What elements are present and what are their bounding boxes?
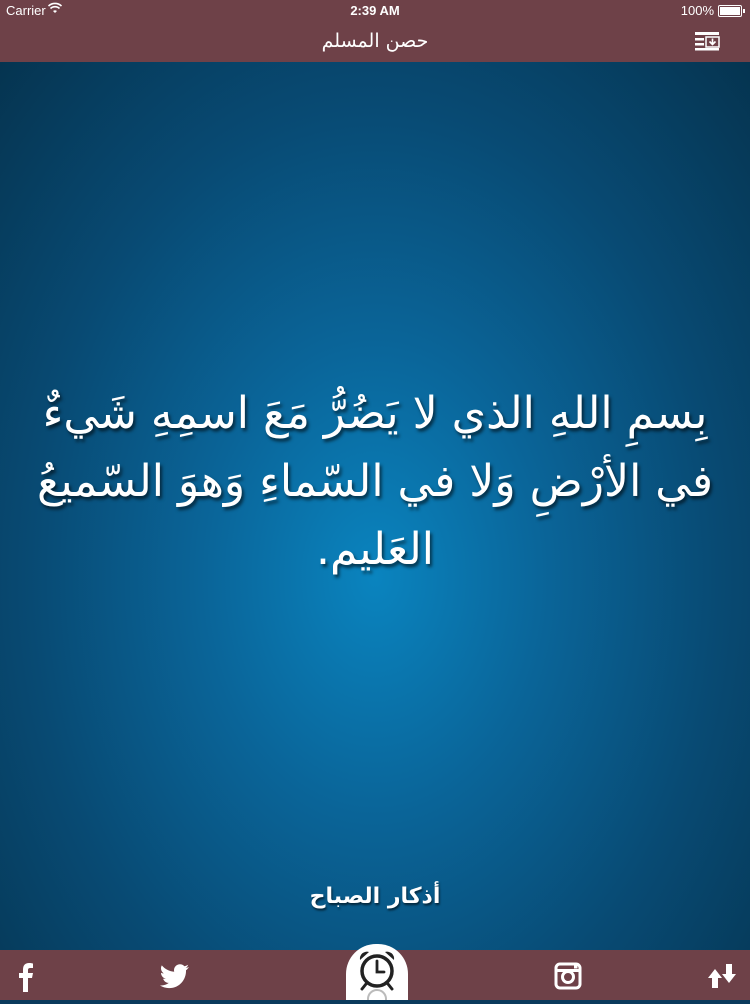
facebook-icon[interactable] — [8, 958, 44, 994]
dhikr-text: بِسمِ اللهِ الذي لا يَضُرُّ مَعَ اسمِهِ … — [36, 388, 714, 575]
top-bar: Carrier 2:39 AM 100% حصن المسلم — [0, 0, 750, 62]
list-download-icon[interactable] — [694, 31, 720, 51]
instagram-icon[interactable] — [550, 958, 586, 994]
dhikr-view[interactable]: بِسمِ اللهِ الذي لا يَضُرُّ مَعَ اسمِهِ … — [0, 62, 750, 950]
alarm-button[interactable] — [346, 944, 408, 1004]
alarm-clock-icon — [359, 951, 395, 1004]
share-icon[interactable] — [704, 958, 740, 994]
page-title: حصن المسلم — [321, 30, 429, 52]
clock-time: 2:39 AM — [350, 3, 400, 18]
section-label: أذكار الصباح — [309, 884, 441, 909]
status-bar: Carrier 2:39 AM 100% — [0, 0, 750, 22]
twitter-icon[interactable] — [156, 958, 192, 994]
battery-percent: 100% — [680, 3, 714, 18]
battery-fill — [720, 7, 740, 15]
battery-icon — [718, 5, 745, 17]
